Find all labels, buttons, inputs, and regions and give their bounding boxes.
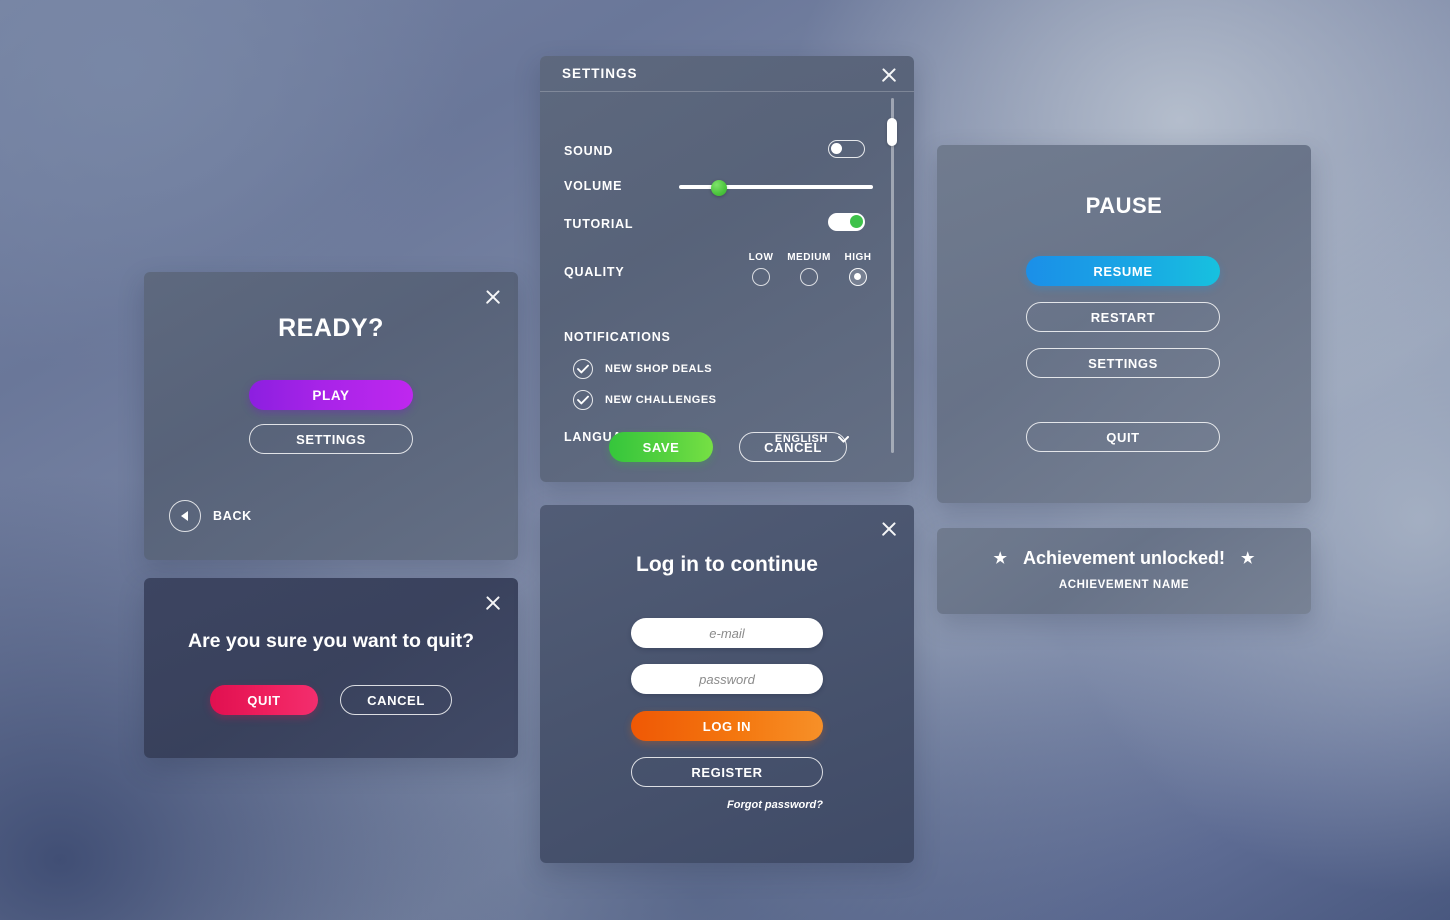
sound-label: SOUND	[564, 144, 614, 158]
notifications-label: NOTIFICATIONS	[564, 330, 671, 344]
login-button[interactable]: LOG IN	[631, 711, 823, 741]
star-icon: ★	[1241, 550, 1255, 567]
restart-button[interactable]: RESTART	[1026, 302, 1220, 332]
quality-radio-medium[interactable]	[800, 268, 818, 286]
back-button-label: BACK	[213, 509, 252, 523]
chevron-left-icon	[169, 500, 201, 532]
check-icon	[573, 359, 593, 379]
notification-new-challenges[interactable]: NEW CHALLENGES	[573, 390, 717, 410]
toggle-knob	[850, 215, 863, 228]
save-button[interactable]: SAVE	[609, 432, 713, 462]
volume-slider[interactable]	[679, 178, 873, 196]
pause-title: PAUSE	[1085, 193, 1163, 218]
app-background: READY? PLAY SETTINGS BACK Are you sure y…	[0, 0, 1450, 920]
notification-label: NEW CHALLENGES	[605, 394, 717, 406]
register-button[interactable]: REGISTER	[631, 757, 823, 787]
settings-dialog: SETTINGS SOUND VOLUME TUTORIAL QUALITY L…	[540, 56, 914, 482]
settings-scrollbar[interactable]	[887, 98, 897, 453]
password-field[interactable]	[631, 664, 823, 694]
quit-confirm-dialog: Are you sure you want to quit? QUIT CANC…	[144, 578, 518, 758]
close-icon[interactable]	[482, 286, 504, 308]
check-icon	[573, 390, 593, 410]
quit-button[interactable]: QUIT	[1026, 422, 1220, 452]
login-title: Log in to continue	[636, 553, 818, 576]
achievement-headline-text: Achievement unlocked!	[1022, 548, 1226, 568]
quit-button[interactable]: QUIT	[210, 685, 318, 715]
scrollbar-track	[890, 98, 894, 453]
ready-dialog: READY? PLAY SETTINGS BACK	[144, 272, 518, 560]
cancel-button[interactable]: CANCEL	[340, 685, 452, 715]
notification-new-shop-deals[interactable]: NEW SHOP DEALS	[573, 359, 712, 379]
email-field[interactable]	[631, 618, 823, 648]
resume-button[interactable]: RESUME	[1026, 256, 1220, 286]
close-icon[interactable]	[878, 518, 900, 540]
play-button[interactable]: PLAY	[249, 380, 413, 410]
back-button[interactable]: BACK	[169, 500, 252, 532]
forgot-password-link[interactable]: Forgot password?	[727, 799, 823, 811]
sound-toggle[interactable]	[828, 140, 865, 158]
cancel-button[interactable]: CANCEL	[739, 432, 847, 462]
login-dialog: Log in to continue LOG IN REGISTER Forgo…	[540, 505, 914, 863]
tutorial-toggle[interactable]	[828, 213, 865, 231]
volume-label: VOLUME	[564, 179, 623, 193]
page-title: READY?	[278, 314, 384, 342]
settings-body: SOUND VOLUME TUTORIAL QUALITY LOW MEDIUM…	[540, 92, 885, 445]
quality-radio-high[interactable]	[849, 268, 867, 286]
settings-button[interactable]: SETTINGS	[1026, 348, 1220, 378]
settings-title: SETTINGS	[562, 66, 638, 81]
notification-label: NEW SHOP DEALS	[605, 363, 713, 375]
slider-handle[interactable]	[711, 180, 728, 196]
scrollbar-thumb[interactable]	[887, 117, 897, 146]
quality-label: QUALITY	[564, 265, 625, 279]
quality-radio-low[interactable]	[752, 268, 770, 286]
achievement-headline: ★ Achievement unlocked! ★	[937, 548, 1311, 569]
slider-track	[679, 185, 873, 189]
star-icon: ★	[993, 550, 1007, 567]
quality-option-high-label: HIGH	[844, 252, 872, 263]
achievement-toast: ★ Achievement unlocked! ★ ACHIEVEMENT NA…	[937, 528, 1311, 614]
close-icon[interactable]	[482, 592, 504, 614]
quit-confirm-title: Are you sure you want to quit?	[187, 630, 475, 652]
toggle-knob	[831, 143, 842, 154]
settings-button[interactable]: SETTINGS	[249, 424, 413, 454]
tutorial-label: TUTORIAL	[564, 217, 634, 231]
close-icon[interactable]	[878, 64, 900, 86]
achievement-name: ACHIEVEMENT NAME	[1058, 579, 1190, 591]
pause-dialog: PAUSE RESUME RESTART SETTINGS QUIT	[937, 145, 1311, 503]
quality-option-medium-label: MEDIUM	[787, 252, 831, 263]
